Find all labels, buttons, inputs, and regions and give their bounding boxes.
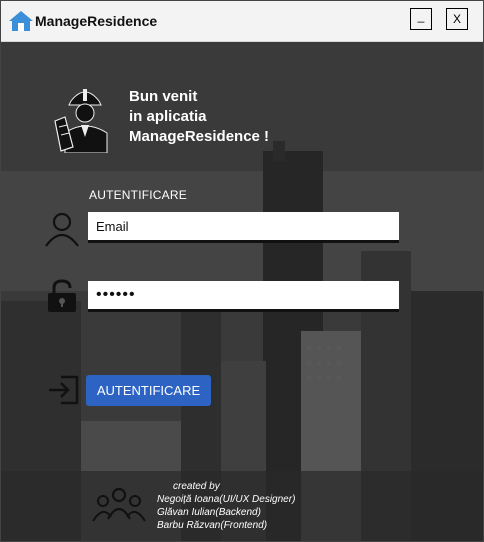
credits-author-3: Barbu Răzvan(Frontend) [157, 520, 268, 531]
password-input[interactable] [88, 281, 399, 312]
login-icon [49, 375, 79, 405]
welcome-line-1: Bun venit [129, 88, 198, 105]
team-icon [92, 487, 146, 522]
lock-icon [48, 279, 76, 312]
welcome-message: Bun venit in aplicatia ManageResidence ! [129, 87, 269, 147]
login-section-label: AUTENTIFICARE [89, 188, 187, 202]
title-bar: ManageResidence _ X [1, 1, 483, 42]
welcome-line-3: ManageResidence ! [129, 128, 270, 145]
credits-author-2: Glăvan Iulian(Backend) [157, 507, 261, 518]
credits-created-by: created by [173, 481, 220, 492]
welcome-line-2: in aplicatia [129, 108, 207, 125]
window-title: ManageResidence [35, 13, 158, 29]
user-icon [45, 212, 79, 247]
credits-author-1: Negoiță Ioana(UI/UX Designer) [157, 494, 296, 505]
engineer-icon [54, 89, 108, 153]
minimize-button[interactable]: _ [410, 8, 432, 30]
login-button[interactable]: AUTENTIFICARE [86, 375, 211, 406]
credits: created by Negoiță Ioana(UI/UX Designer)… [157, 480, 295, 532]
house-icon [9, 11, 33, 31]
app-window: ManageResidence _ X Bun venit in aplicat… [0, 0, 484, 542]
email-input[interactable] [88, 212, 399, 243]
close-button[interactable]: X [446, 8, 468, 30]
